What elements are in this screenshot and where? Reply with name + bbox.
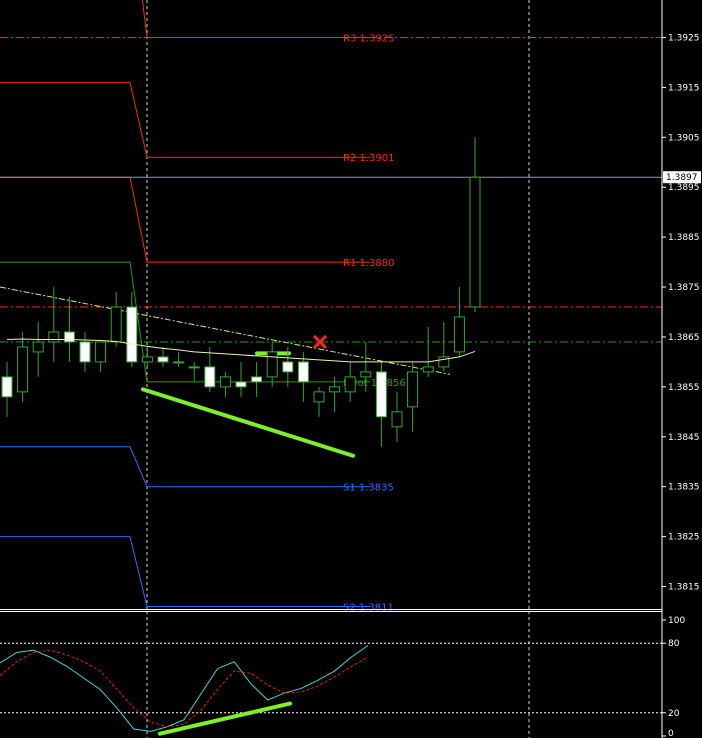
price-tick-label: 1.3885 (668, 233, 700, 243)
candle-body (63, 331, 75, 343)
pivot-label: S1 1.3835 (343, 483, 394, 494)
price-tick-label: 1.3835 (668, 483, 700, 493)
candle-body (48, 331, 60, 343)
price-tick-label: 1.3915 (668, 83, 700, 93)
candle-body (95, 341, 107, 363)
candle-body (157, 356, 169, 363)
candle-body (235, 381, 247, 388)
price-tick-label: 1.3865 (668, 333, 700, 343)
candle-body (17, 346, 29, 393)
candle-body (141, 356, 153, 363)
candle-body (126, 306, 138, 363)
stochastic-tick-label: 100 (668, 616, 685, 626)
price-tick-label: 1.3855 (668, 383, 700, 393)
candle-body (110, 306, 122, 343)
candle-body (251, 376, 263, 383)
current-price-label: 1.3897 (666, 173, 698, 183)
candle-body (375, 371, 387, 418)
candle-body (453, 316, 465, 353)
candle-body (297, 361, 309, 383)
candle-body (329, 386, 341, 393)
candle-body (313, 391, 325, 403)
candle-body (407, 371, 419, 408)
candle-body (32, 341, 44, 353)
pivot-label: R3 1.3925 (343, 33, 394, 44)
pivot-label: R1 1.3880 (343, 258, 394, 269)
stochastic-tick-label: 20 (668, 709, 680, 719)
candle-body (173, 361, 185, 364)
candle-body (469, 176, 481, 308)
candle-body (219, 376, 231, 388)
candle-body (79, 341, 91, 363)
candle-body (360, 371, 372, 378)
pivot-label: R2 1.3901 (343, 153, 394, 164)
price-tick-label: 1.3875 (668, 283, 700, 293)
price-tick-label: 1.3825 (668, 533, 700, 543)
candle-body (204, 366, 216, 388)
candle-body (1, 376, 13, 398)
stochastic-tick-label: 0 (668, 729, 674, 738)
price-tick-label: 1.3905 (668, 133, 700, 143)
candle-body (422, 366, 434, 373)
price-tick-label: 1.3815 (668, 583, 700, 593)
forex-chart: R3 1.3925R2 1.3901R1 1.3880Pivot 1.3856S… (0, 0, 702, 738)
candle-body (188, 366, 200, 369)
stochastic-tick-label: 80 (668, 639, 680, 649)
price-tick-label: 1.3845 (668, 433, 700, 443)
chart-background (0, 0, 702, 738)
price-tick-label: 1.3895 (668, 183, 700, 193)
candle-body (344, 376, 356, 393)
candle-body (391, 411, 403, 428)
candle-body (266, 351, 278, 378)
price-tick-label: 1.3925 (668, 33, 700, 43)
candle-body (282, 361, 294, 373)
